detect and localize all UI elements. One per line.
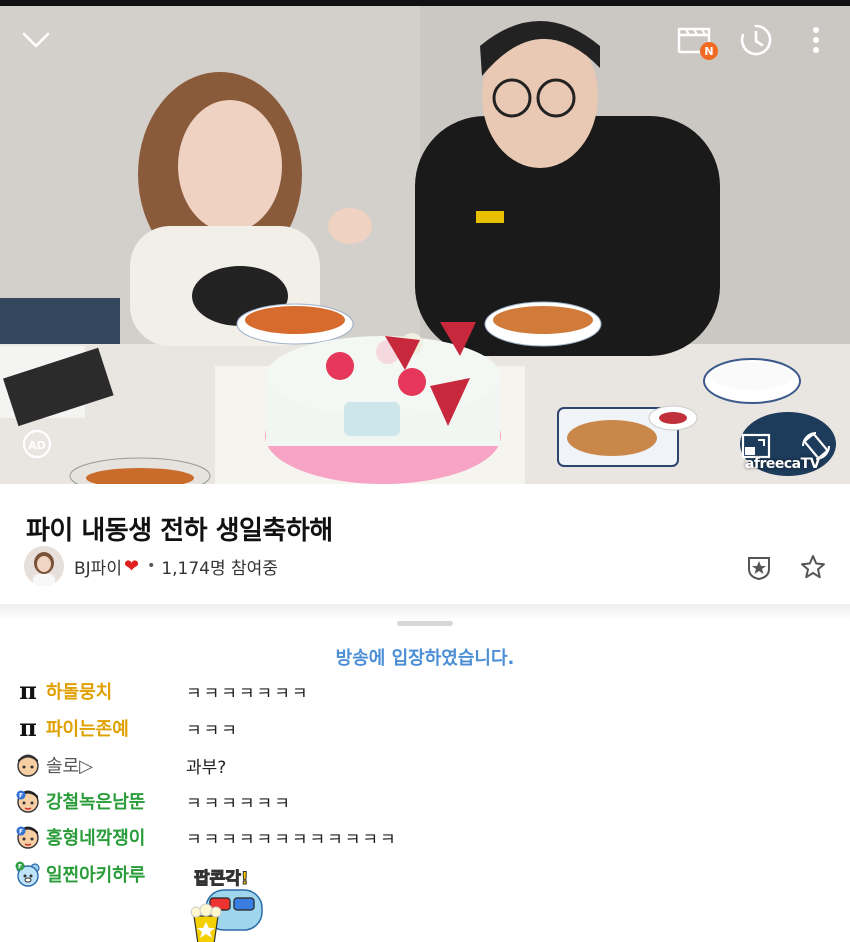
avatar-image: [24, 546, 64, 586]
chat-text: ㅋㅋㅋㅋㅋㅋㅋ: [186, 683, 310, 704]
broadcaster-meta: BJ파이 ❤ • 1,174명 참여중: [24, 546, 278, 586]
fan-face-icon: F: [14, 787, 42, 815]
chat-text: ㅋㅋㅋ: [186, 720, 239, 741]
bj-name[interactable]: BJ파이: [74, 554, 122, 579]
pi-icon: π: [19, 676, 37, 705]
chat-message[interactable]: F 일찐아키하루: [14, 856, 834, 892]
collapse-button[interactable]: [18, 24, 54, 56]
chat-message[interactable]: F 강철녹은남뚠 ㅋㅋㅋㅋㅋㅋ: [14, 783, 834, 819]
stream-video-frame: [0, 6, 850, 484]
bear-fan-icon: F: [14, 860, 42, 888]
chat-message[interactable]: 솔로▷ 과부?: [14, 747, 834, 783]
badge-star-icon: [748, 557, 770, 581]
new-badge: N: [700, 42, 718, 60]
heart-icon: ❤: [123, 555, 140, 577]
svg-text:F: F: [18, 864, 22, 871]
panel-divider: [0, 604, 850, 620]
avatar[interactable]: [24, 546, 64, 586]
vod-button[interactable]: N: [676, 24, 718, 60]
chat-nickname[interactable]: 솔로▷: [46, 752, 186, 778]
stream-title: 파이 내동생 전하 생일축하해: [26, 516, 333, 546]
chat-nickname[interactable]: 일찐아키하루: [46, 861, 186, 887]
ad-icon: AD: [22, 429, 52, 459]
svg-text:F: F: [19, 793, 23, 800]
stream-info: 파이 내동생 전하 생일축하해 BJ파이 ❤ • 1,174명 참여중: [0, 484, 850, 606]
chat-drag-handle[interactable]: [397, 621, 453, 626]
fan-face-icon: F: [14, 823, 42, 851]
svg-text:F: F: [19, 829, 23, 836]
svg-text:AD: AD: [28, 439, 46, 452]
subscribe-button[interactable]: [744, 552, 774, 582]
popcorn-sticker: 팝콘각!: [180, 862, 280, 942]
chat-nickname[interactable]: 홍형네깍쟁이: [46, 824, 186, 850]
chat-nickname[interactable]: 강철녹은남뚠: [46, 788, 186, 814]
system-message: 방송에 입장하였습니다.: [335, 648, 515, 669]
ad-button[interactable]: AD: [20, 428, 54, 462]
chat-panel: 방송에 입장하였습니다. π 하돌뭉치 ㅋㅋㅋㅋㅋㅋㅋ π 파이는존예 ㅋㅋㅋ …: [0, 630, 850, 942]
pi-icon: π: [19, 713, 37, 742]
star-outline-icon: [801, 555, 825, 579]
more-button[interactable]: [800, 22, 832, 58]
chat-nickname[interactable]: 파이는존예: [46, 715, 186, 741]
separator-dot: •: [147, 558, 156, 574]
viewer-count: 1,174명 참여중: [161, 558, 278, 579]
chat-message[interactable]: π 하돌뭉치 ㅋㅋㅋㅋㅋㅋㅋ: [14, 673, 834, 709]
sticker-caption: 팝콘각!: [194, 869, 250, 890]
chat-message[interactable]: F 홍형네깍쟁이 ㅋㅋㅋㅋㅋㅋㅋㅋㅋㅋㅋㅋ: [14, 819, 834, 855]
user-face-icon: [14, 751, 42, 779]
chat-text: ㅋㅋㅋㅋㅋㅋ: [186, 793, 292, 814]
favorite-button[interactable]: [798, 552, 828, 582]
timer-button[interactable]: [738, 22, 774, 58]
chevron-down-icon: [22, 32, 50, 48]
video-player[interactable]: N AD afreecaTV: [0, 0, 850, 484]
more-vertical-icon: [813, 27, 819, 53]
chat-text: ㅋㅋㅋㅋㅋㅋㅋㅋㅋㅋㅋㅋ: [186, 829, 398, 850]
chat-text: 과부?: [186, 757, 227, 778]
chat-nickname[interactable]: 하돌뭉치: [46, 678, 186, 704]
chat-message[interactable]: π 파이는존예 ㅋㅋㅋ: [14, 710, 834, 746]
clock-icon: [740, 24, 772, 56]
afreecatv-watermark: afreecaTV: [744, 456, 821, 472]
